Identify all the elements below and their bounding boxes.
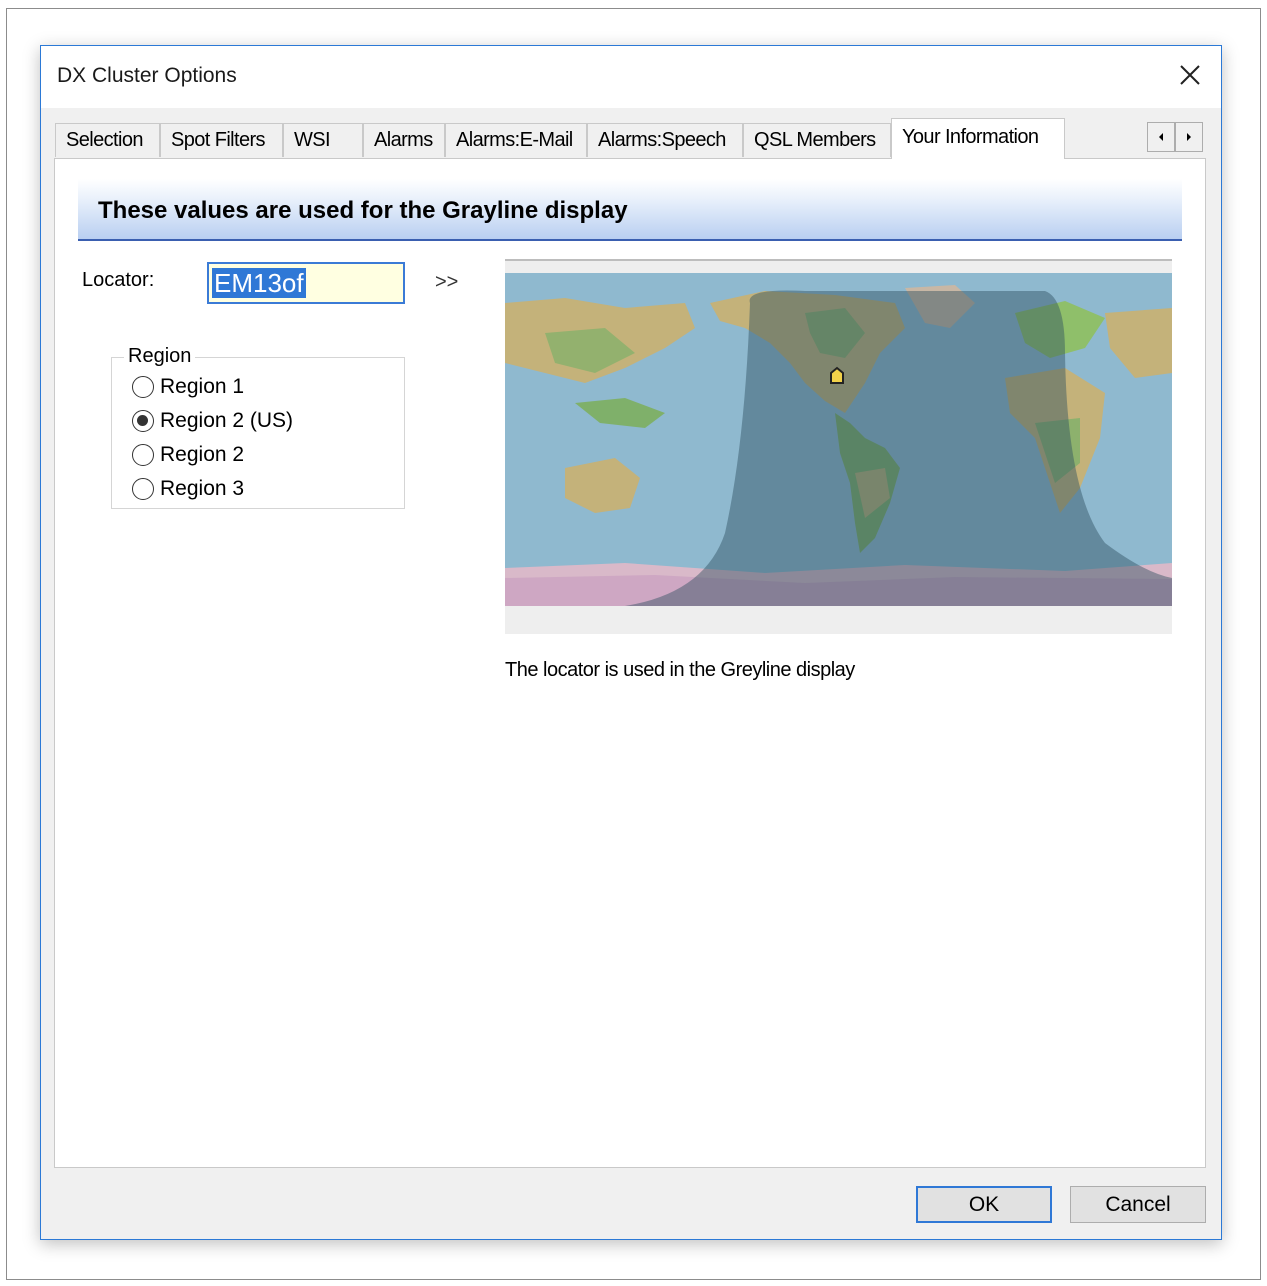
- region-2-us-label: Region 2 (US): [160, 409, 294, 432]
- banner-text: These values are used for the Grayline d…: [98, 197, 628, 224]
- your-information-panel: These values are used for the Grayline d…: [54, 158, 1206, 1168]
- locator-label: Locator:: [82, 269, 155, 291]
- tab-alarms-email[interactable]: Alarms:E-Mail: [445, 123, 587, 157]
- dx-cluster-options-dialog: DX Cluster Options Selection Spot Filter…: [40, 45, 1222, 1240]
- close-button[interactable]: [1159, 46, 1221, 104]
- region-1-option[interactable]: Region 1: [132, 372, 244, 402]
- locator-value: EM13of: [212, 268, 306, 298]
- region-legend: Region: [124, 345, 196, 368]
- locator-input[interactable]: EM13of: [207, 262, 405, 304]
- region-groupbox: Region Region 1 Region 2 (US) Region 2 R…: [111, 345, 405, 509]
- window-title: DX Cluster Options: [57, 64, 237, 87]
- tab-strip: Selection Spot Filters WSI Alarms Alarms…: [55, 118, 1207, 159]
- tab-scroll-right-button[interactable]: [1175, 122, 1203, 152]
- tab-spot-filters[interactable]: Spot Filters: [160, 123, 283, 157]
- greyline-map: [505, 259, 1172, 634]
- tab-alarms-speech[interactable]: Alarms:Speech: [587, 123, 743, 157]
- region-1-label: Region 1: [160, 375, 245, 398]
- tab-qsl-members[interactable]: QSL Members: [743, 123, 891, 157]
- region-3-label: Region 3: [160, 477, 245, 500]
- region-3-radio[interactable]: [132, 478, 154, 500]
- map-caption: The locator is used in the Greyline disp…: [505, 659, 855, 681]
- locator-arrow-button[interactable]: >>: [435, 271, 458, 294]
- region-2-option[interactable]: Region 2: [132, 440, 244, 470]
- close-icon: [1180, 65, 1200, 85]
- cancel-button[interactable]: Cancel: [1070, 1186, 1206, 1223]
- tab-selection[interactable]: Selection: [55, 123, 160, 157]
- world-map-image: [505, 273, 1172, 606]
- tab-alarms[interactable]: Alarms: [363, 123, 445, 157]
- tab-your-information[interactable]: Your Information: [891, 118, 1065, 159]
- tab-scroll-left-button[interactable]: [1147, 122, 1175, 152]
- ok-button[interactable]: OK: [916, 1186, 1052, 1223]
- region-2-label: Region 2: [160, 443, 245, 466]
- region-2-radio[interactable]: [132, 444, 154, 466]
- region-2-us-radio[interactable]: [132, 410, 154, 432]
- region-2-us-option[interactable]: Region 2 (US): [132, 406, 293, 436]
- grayline-banner: These values are used for the Grayline d…: [78, 179, 1182, 241]
- region-3-option[interactable]: Region 3: [132, 474, 244, 504]
- title-bar: DX Cluster Options: [41, 46, 1221, 108]
- region-1-radio[interactable]: [132, 376, 154, 398]
- tab-wsi[interactable]: WSI: [283, 123, 363, 157]
- triangle-right-icon: [1187, 133, 1191, 141]
- triangle-left-icon: [1159, 133, 1163, 141]
